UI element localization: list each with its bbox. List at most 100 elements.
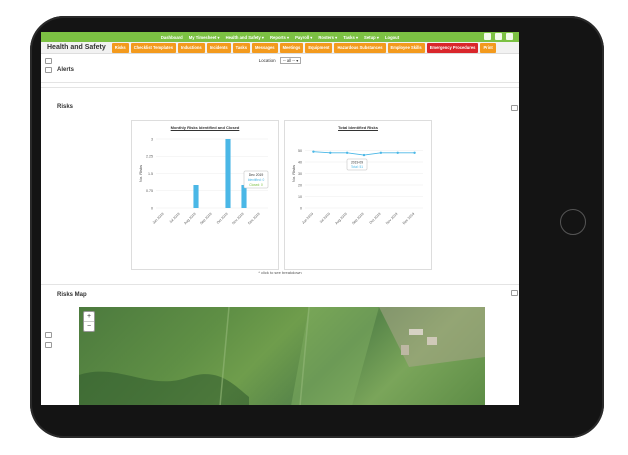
tab-checklist-templates[interactable]: Checklist Templates [130,42,176,53]
x-tick-label: Dec 2019 [247,212,260,225]
calendar-icon[interactable] [495,33,502,40]
x-tick-label: Nov 2019 [385,212,398,225]
map-terrain [79,307,485,405]
x-tick-label: Dec 2019 [402,212,415,225]
field-area [291,307,379,405]
bar [241,185,247,208]
tooltip-value: Total: 51 [351,165,363,169]
y-tick-label: 10 [298,195,302,199]
tab-equipment[interactable]: Equipment [305,42,333,53]
bar [193,185,199,208]
y-axis-label: No. Risks [291,165,296,182]
map-zoom-control: + − [83,311,95,332]
y-tick-label: 30 [298,172,302,176]
tab-employee-skills[interactable]: Employee Skills [387,42,425,53]
farm-building [409,329,423,335]
nav-health-safety[interactable]: Health and Safety ▾ [226,35,264,40]
module-tabs: Risks Checklist Templates Inductions Incide… [111,42,496,53]
zoom-out-button[interactable]: − [84,321,94,331]
risks-heading: Risks [57,104,74,110]
data-point [362,153,366,157]
y-tick-label: 0.75 [146,189,153,193]
video-icon[interactable] [506,33,513,40]
y-axis-label: No. Risks [138,165,143,182]
farm-building [401,345,409,355]
bar [225,139,231,208]
risks-map-heading: Risks Map [57,292,87,298]
forest-area [79,371,249,405]
expand-icon[interactable] [511,105,518,111]
y-tick-label: 3 [151,137,153,141]
list-icon[interactable] [45,67,52,73]
location-label: Location [258,58,276,63]
x-tick-label: Aug 2019 [183,212,196,225]
x-tick-label: Jul 2019 [169,212,181,224]
nav-setup[interactable]: Setup ▾ [364,35,379,40]
total-risks-svg: No. Risks 0 10 20 30 40 50 Jun 2019 Jul 2019 Aug … [291,149,423,225]
sidebar-icon[interactable] [45,332,52,338]
x-tick-label: Jun 2019 [301,212,314,225]
tab-inductions[interactable]: Inductions [177,42,205,53]
tab-tasks[interactable]: Tasks [232,42,250,53]
app-screen: Dashboard My Timesheet ▾ Health and Safe… [41,32,519,405]
data-point [379,151,383,154]
tab-risks[interactable]: Risks [111,42,129,53]
location-select[interactable]: -- all -- ▾ [279,57,302,64]
tooltip-closed: Closed: 0 [249,183,263,187]
tab-hazardous-substances[interactable]: Hazardous Substances [334,42,386,53]
data-point [413,151,416,154]
alerts-heading: Alerts [57,67,75,73]
y-tick-label: 1.5 [148,172,153,176]
monthly-risks-chart[interactable]: Monthly Risks Identified and Closed No. … [131,120,279,270]
map-expand-icon[interactable] [511,290,518,296]
nav-logout[interactable]: Logout [385,35,399,40]
nav-reports[interactable]: Reports ▾ [270,35,289,40]
tab-emergency-procedures[interactable]: Emergency Procedures [426,42,479,53]
x-tick-label: Sep 2019 [351,212,364,225]
user-icon[interactable] [484,33,491,40]
divider [41,82,519,83]
location-filter: Location -- all -- ▾ [41,57,519,64]
monthly-risks-svg: No. Risks 0 0.75 1.5 2.25 3 Jun 2019 Jul 2019 Au… [138,137,269,225]
data-point [312,150,315,153]
y-tick-label: 0 [151,206,153,210]
tooltip-title: 2019-09 [351,161,363,165]
tab-meetings[interactable]: Meetings [279,42,304,53]
top-nav: Dashboard My Timesheet ▾ Health and Safe… [41,32,519,42]
data-point [396,151,399,154]
farm-building [427,337,437,345]
zoom-in-button[interactable]: + [84,312,94,321]
chart-note: * click to see breakdown [258,270,302,275]
nav-rosters[interactable]: Rosters ▾ [318,35,337,40]
y-tick-label: 2.25 [146,155,153,159]
y-tick-label: 50 [298,149,302,153]
x-tick-label: Oct 2019 [369,212,382,225]
nav-timesheet[interactable]: My Timesheet ▾ [189,35,220,40]
sidebar-icon[interactable] [45,342,52,348]
divider [41,284,519,285]
y-tick-label: 20 [298,183,302,187]
total-risks-chart[interactable]: Total Identified Risks No. Risks 0 10 20 30 4… [284,120,432,270]
x-tick-label: Sep 2019 [199,212,212,225]
x-tick-label: Jul 2019 [319,212,331,224]
x-tick-label: Nov 2019 [231,212,244,225]
tab-messages[interactable]: Messages [251,42,278,53]
module-bar: Health and Safety Risks Checklist Templat… [41,42,519,54]
tab-print[interactable]: Print [480,42,496,53]
divider [41,87,519,88]
x-tick-label: Oct 2019 [216,212,229,225]
x-tick-label: Jun 2019 [152,212,165,225]
home-button[interactable] [560,209,586,235]
nav-tasks[interactable]: Tasks ▾ [343,35,358,40]
x-tick-label: Aug 2019 [334,212,347,225]
tooltip-identified: Identified: 0 [248,178,265,182]
tab-incidents[interactable]: Incidents [206,42,231,53]
y-tick-label: 0 [300,206,302,210]
nav-dashboard[interactable]: Dashboard [161,35,183,40]
risks-map[interactable]: + − [79,307,485,405]
data-point [329,151,332,154]
nav-payroll[interactable]: Payroll ▾ [295,35,312,40]
tooltip-title: Dec 2019 [249,173,264,177]
location-select-value: -- all -- [282,58,296,63]
y-tick-label: 40 [298,160,302,164]
